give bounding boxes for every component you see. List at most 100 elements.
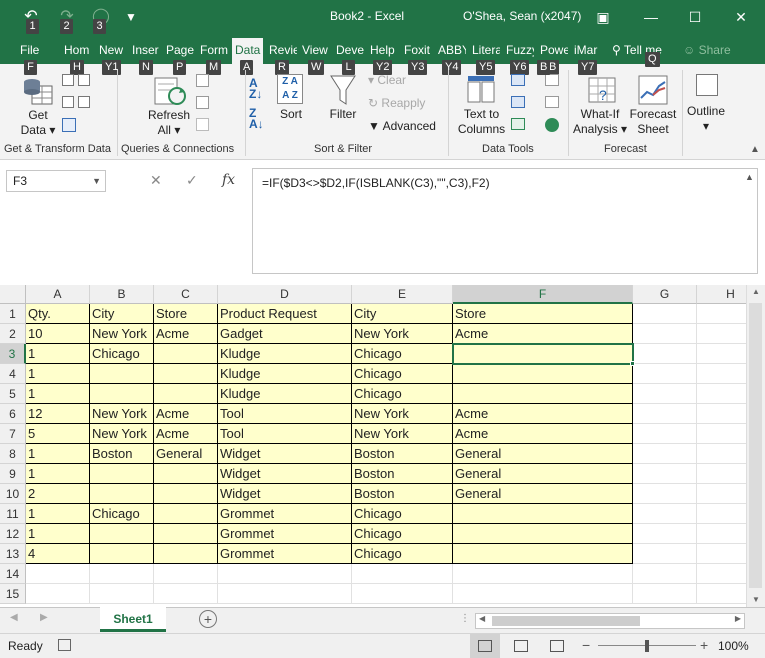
row-header-5[interactable]: 5 bbox=[0, 384, 26, 404]
cell-b13[interactable] bbox=[90, 544, 154, 564]
name-box[interactable]: F3 ▼ bbox=[6, 170, 106, 192]
tab-view[interactable]: View bbox=[302, 41, 330, 61]
cell-g3[interactable] bbox=[633, 344, 697, 364]
tab-developer[interactable]: Deve bbox=[336, 41, 364, 61]
recent-sources-icon[interactable] bbox=[78, 74, 90, 86]
cancel-icon[interactable]: ✕ bbox=[150, 172, 162, 189]
scroll-sheets-right-icon[interactable]: ▶ bbox=[40, 612, 48, 623]
cell-a13[interactable]: 4 bbox=[26, 544, 90, 564]
advanced-filter-button[interactable]: ▼ Advanced bbox=[368, 119, 436, 133]
row-header-8[interactable]: 8 bbox=[0, 444, 26, 464]
cell-f13[interactable] bbox=[453, 544, 633, 564]
cell-b11[interactable]: Chicago bbox=[90, 504, 154, 524]
cell-e8[interactable]: Boston bbox=[352, 444, 453, 464]
cell-g15[interactable] bbox=[633, 584, 697, 604]
cell-a2[interactable]: 10 bbox=[26, 324, 90, 344]
tab-home[interactable]: Hom bbox=[64, 41, 94, 61]
cell-d9[interactable]: Widget bbox=[218, 464, 352, 484]
collapse-ribbon-icon[interactable]: ▲ bbox=[750, 144, 760, 155]
horizontal-scroll-thumb[interactable] bbox=[492, 616, 640, 626]
cell-d4[interactable]: Kludge bbox=[218, 364, 352, 384]
cell-a12[interactable]: 1 bbox=[26, 524, 90, 544]
minimize-icon[interactable]: — bbox=[636, 4, 666, 30]
cell-c6[interactable]: Acme bbox=[154, 404, 218, 424]
cell-f8[interactable]: General bbox=[453, 444, 633, 464]
cell-a1[interactable]: Qty. bbox=[26, 304, 90, 324]
cell-e12[interactable]: Chicago bbox=[352, 524, 453, 544]
outline-button[interactable]: Outline ▾ bbox=[684, 104, 728, 134]
cell-g7[interactable] bbox=[633, 424, 697, 444]
cell-d5[interactable]: Kludge bbox=[218, 384, 352, 404]
cell-c3[interactable] bbox=[154, 344, 218, 364]
cell-a8[interactable]: 1 bbox=[26, 444, 90, 464]
insert-function-icon[interactable]: fx bbox=[222, 172, 235, 188]
zoom-out-icon[interactable]: − bbox=[582, 637, 590, 653]
cell-g14[interactable] bbox=[633, 564, 697, 584]
cell-a7[interactable]: 5 bbox=[26, 424, 90, 444]
row-header-12[interactable]: 12 bbox=[0, 524, 26, 544]
column-header-a[interactable]: A bbox=[26, 285, 90, 304]
row-header-4[interactable]: 4 bbox=[0, 364, 26, 384]
cell-b14[interactable] bbox=[90, 564, 154, 584]
cell-d12[interactable]: Grommet bbox=[218, 524, 352, 544]
cell-a15[interactable] bbox=[26, 584, 90, 604]
cell-g11[interactable] bbox=[633, 504, 697, 524]
column-header-e[interactable]: E bbox=[352, 285, 453, 304]
cell-a6[interactable]: 12 bbox=[26, 404, 90, 424]
cell-b5[interactable] bbox=[90, 384, 154, 404]
macro-recording-icon[interactable] bbox=[58, 639, 71, 651]
tab-abbyy[interactable]: ABBY bbox=[438, 41, 466, 61]
formula-input[interactable]: =IF($D3<>$D2,IF(ISBLANK(C3),"",C3),F2) bbox=[252, 168, 758, 274]
cell-a4[interactable]: 1 bbox=[26, 364, 90, 384]
cell-b9[interactable] bbox=[90, 464, 154, 484]
cell-d2[interactable]: Gadget bbox=[218, 324, 352, 344]
cell-e7[interactable]: New York bbox=[352, 424, 453, 444]
cell-d8[interactable]: Widget bbox=[218, 444, 352, 464]
row-header-11[interactable]: 11 bbox=[0, 504, 26, 524]
tab-help[interactable]: Help bbox=[370, 41, 398, 61]
get-data-button[interactable]: Get Data ▾ bbox=[18, 108, 58, 138]
cell-e14[interactable] bbox=[352, 564, 453, 584]
flash-fill-icon[interactable] bbox=[511, 74, 525, 86]
cell-d11[interactable]: Grommet bbox=[218, 504, 352, 524]
consolidate-icon[interactable] bbox=[545, 74, 559, 86]
zoom-slider-thumb[interactable] bbox=[645, 640, 649, 652]
cell-c12[interactable] bbox=[154, 524, 218, 544]
row-header-13[interactable]: 13 bbox=[0, 544, 26, 564]
cell-g8[interactable] bbox=[633, 444, 697, 464]
ribbon-display-options-icon[interactable]: ▣ bbox=[588, 4, 618, 30]
cell-g12[interactable] bbox=[633, 524, 697, 544]
cell-c7[interactable]: Acme bbox=[154, 424, 218, 444]
page-break-preview-icon[interactable] bbox=[550, 640, 564, 652]
cell-e5[interactable]: Chicago bbox=[352, 384, 453, 404]
vertical-scrollbar[interactable]: ▲ ▼ bbox=[746, 285, 765, 607]
tab-split-handle-icon[interactable]: ⋮ bbox=[460, 613, 470, 624]
cell-g13[interactable] bbox=[633, 544, 697, 564]
cell-c14[interactable] bbox=[154, 564, 218, 584]
what-if-analysis-button[interactable]: What-If Analysis ▾ bbox=[571, 107, 629, 137]
cell-b2[interactable]: New York bbox=[90, 324, 154, 344]
cell-d7[interactable]: Tool bbox=[218, 424, 352, 444]
forecast-sheet-button[interactable]: Forecast Sheet bbox=[628, 107, 678, 137]
from-web-icon[interactable] bbox=[62, 96, 74, 108]
tab-new[interactable]: New bbox=[99, 41, 127, 61]
zoom-in-icon[interactable]: + bbox=[700, 637, 708, 653]
scroll-up-icon[interactable]: ▲ bbox=[752, 287, 760, 296]
cell-f4[interactable] bbox=[453, 364, 633, 384]
tab-review[interactable]: Revie bbox=[269, 41, 297, 61]
scroll-down-icon[interactable]: ▼ bbox=[752, 595, 760, 604]
tab-file[interactable]: File bbox=[20, 41, 39, 61]
reapply-button[interactable]: ↻ Reapply bbox=[368, 96, 425, 110]
cell-c2[interactable]: Acme bbox=[154, 324, 218, 344]
cell-b1[interactable]: City bbox=[90, 304, 154, 324]
tab-page-layout[interactable]: Page bbox=[166, 41, 194, 61]
fill-handle[interactable] bbox=[630, 361, 635, 366]
select-all-corner[interactable] bbox=[0, 285, 26, 304]
row-header-15[interactable]: 15 bbox=[0, 584, 26, 604]
page-layout-view-icon[interactable] bbox=[514, 640, 528, 652]
maximize-icon[interactable]: ☐ bbox=[680, 4, 710, 30]
cell-b4[interactable] bbox=[90, 364, 154, 384]
cell-c5[interactable] bbox=[154, 384, 218, 404]
cell-b7[interactable]: New York bbox=[90, 424, 154, 444]
cell-d14[interactable] bbox=[218, 564, 352, 584]
